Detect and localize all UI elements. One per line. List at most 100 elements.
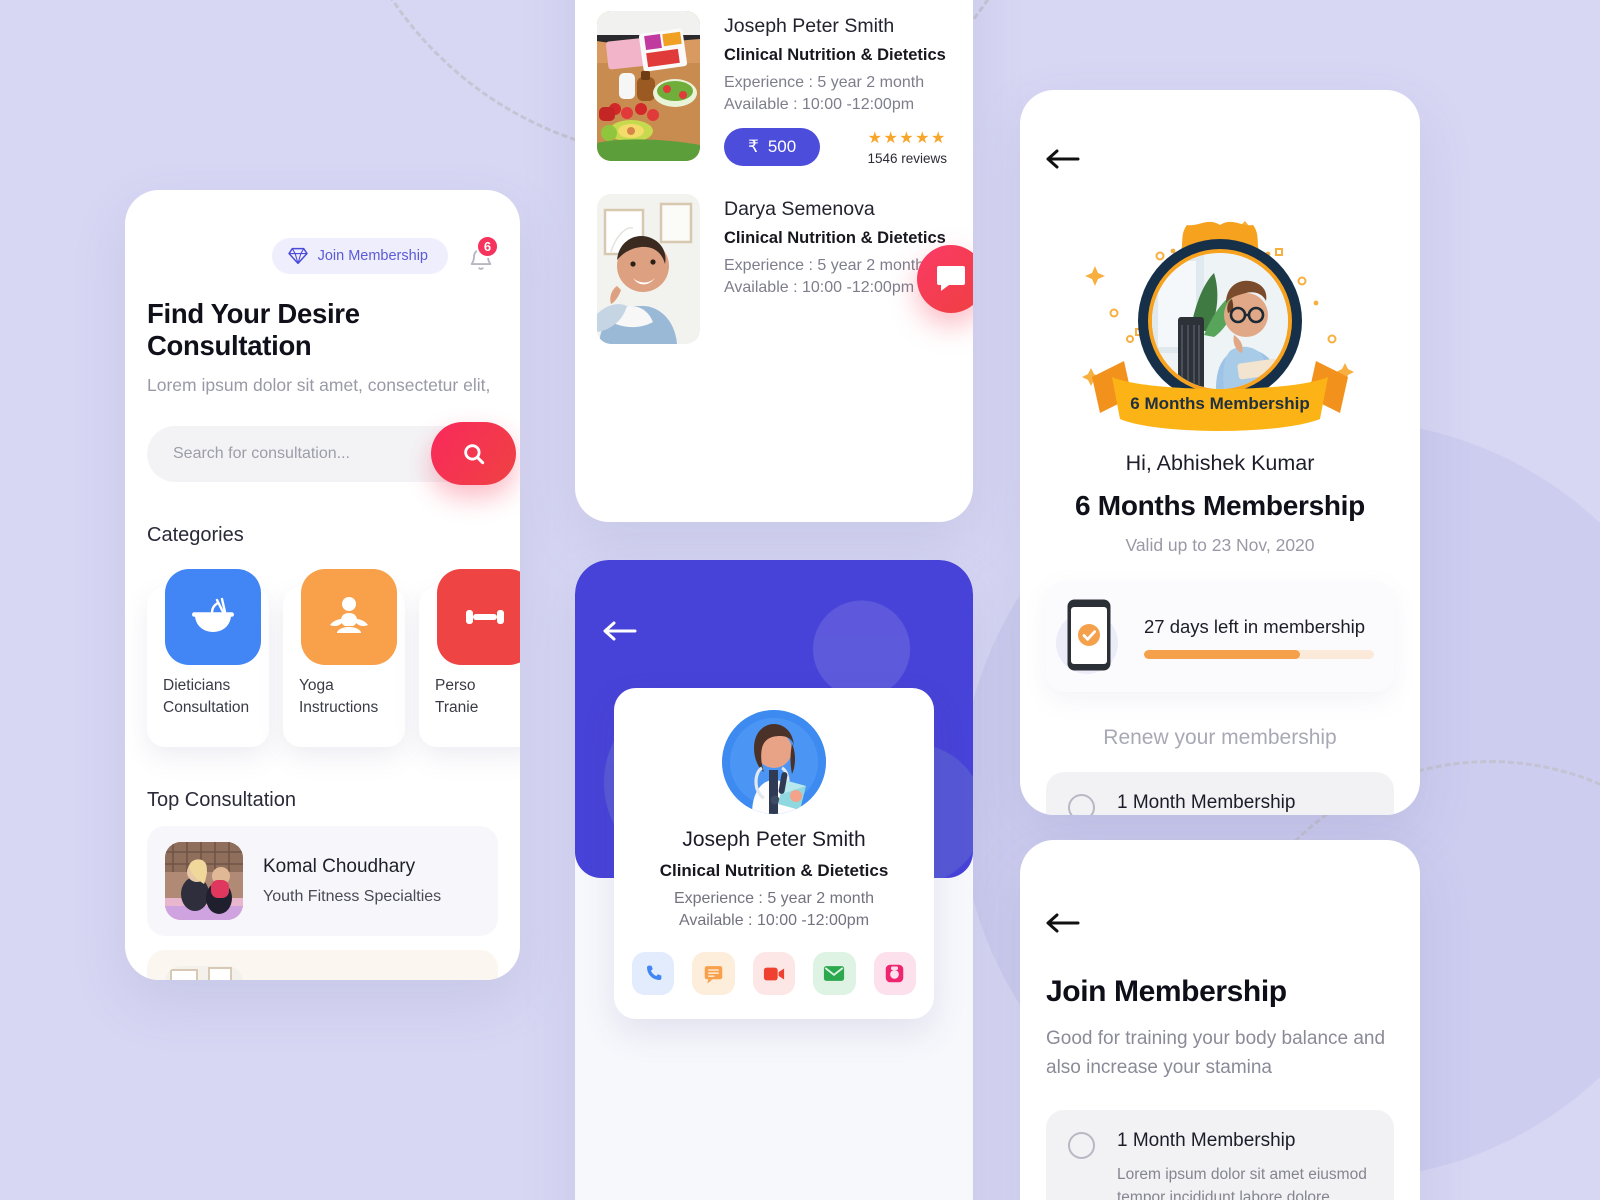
category-card-yoga[interactable]: Yoga Instructions [283,569,405,747]
join-membership-label: Join Membership [317,248,428,264]
phone-icon [646,965,662,980]
category-label-yoga: Yoga Instructions [283,675,405,718]
profile-availability: Available : 10:00 -12:00pm [678,912,870,929]
categories-heading: Categories [147,524,244,546]
radio-button[interactable] [1068,1132,1095,1159]
category-label-dieticians: Dieticians Consultation [147,675,269,718]
category-card-personal-trainer[interactable]: Perso Tranie [419,569,520,747]
profile-name: Joseph Peter Smith [682,828,866,851]
category-label-line2: Tranie [435,698,479,716]
plan-option-description: Lorem ipsum dolor sit amet eiusmod tempo… [1117,1166,1367,1200]
table-row[interactable]: Joseph Peter Smith Clinical Nutrition & … [575,0,973,176]
message-button[interactable] [692,952,735,995]
category-tile-yoga [301,569,397,665]
category-label-personal-trainer: Perso Tranie [419,675,520,718]
phone-glyph [1067,599,1111,671]
back-arrow-icon[interactable] [1046,912,1080,934]
page-subtitle: Lorem ipsum dolor sit amet, consectetur … [147,375,491,395]
badge-photo [1152,253,1288,389]
membership-greeting: Hi, Abhishek Kumar [1125,451,1315,475]
home-screen-card: Join Membership 6 Find Your Desire Consu… [125,190,520,980]
envelope-icon [824,966,845,981]
membership-progress-bar [1144,649,1374,659]
star-rating-icon: ★★★★★ [867,130,947,147]
search-button[interactable] [431,422,516,485]
membership-badge: 6 Months Membership [1070,181,1370,441]
category-card-dieticians[interactable]: Dieticians Consultation [147,569,269,747]
back-arrow-icon[interactable] [603,620,637,642]
join-membership-card: Join Membership Good for training your b… [1020,840,1420,1200]
dumbbell-icon [466,610,504,624]
category-label-line1: Dieticians [163,677,231,694]
page-title: Join Membership [1046,975,1287,1008]
list-item[interactable]: Dr. Joseph Cart [147,950,498,980]
table-cell-info: Joseph Peter Smith Clinical Nutrition & … [724,11,951,166]
search-icon [463,443,484,464]
category-label-line1: Yoga [299,677,334,694]
avatar [722,710,826,814]
category-tile-personal-trainer [437,569,520,665]
doctor-footer: ₹ 500 ★★★★★ 1546 reviews [724,128,951,166]
table-row[interactable]: Darya Semenova Clinical Nutrition & Diet… [575,176,973,354]
email-button[interactable] [813,952,856,995]
doctor-specialty: Clinical Nutrition & Dietetics [724,46,946,64]
notification-badge: 6 [476,235,499,258]
membership-status-panel: 27 days left in membership [1046,582,1394,692]
back-arrow-icon[interactable] [1046,148,1080,170]
profile-experience: Experience : 5 year 2 month [673,890,875,907]
plan-option-text: 1 Month Membership Lorem ipsum dolor sit… [1117,1130,1372,1200]
rice-bowl-icon [192,597,234,632]
price-button[interactable]: ₹ 500 [724,128,821,166]
list-item[interactable]: Komal Choudhary Youth Fitness Specialtie… [147,826,498,936]
profile-info-card: Joseph Peter Smith Clinical Nutrition & … [614,688,934,1019]
man-photo-thumb [165,966,243,980]
profile-action-row [631,952,917,995]
rating-block: ★★★★★ 1546 reviews [867,128,947,166]
table-cell-info: Darya Semenova Clinical Nutrition & Diet… [724,194,951,344]
female-doctor-avatar-icon [722,710,826,814]
gym-photo-thumb [165,842,243,920]
membership-valid-date: Valid up to 23 Nov, 2020 [1125,535,1315,555]
home-header: Join Membership 6 [147,190,499,274]
video-camera-icon [763,967,785,980]
doctor-name: Darya Semenova [724,198,875,220]
doctor-specialty: Clinical Nutrition & Dietetics [724,229,946,247]
chat-icon [704,965,723,984]
diamond-icon [287,247,308,265]
doctor-availability: Available : 10:00 -12:00pm [724,96,915,113]
membership-status-card: 6 Months Membership Hi, Abhishek Kumar 6… [1020,90,1420,815]
phone-check-icon [1056,598,1124,676]
days-left-text: 27 days left in membership [1144,615,1366,637]
membership-progress-fill [1144,649,1301,659]
notification-bell-button[interactable]: 6 [464,235,499,274]
avatar [165,842,243,920]
plan-option-title: 1 Month Membership [1117,792,1296,813]
photo-button[interactable] [873,952,917,995]
category-tile-dieticians [165,569,261,665]
search-row [147,422,516,485]
review-count: 1546 reviews [867,151,947,166]
page-title: Find Your Desire Consultation [147,298,360,361]
doctor-profile-card: Joseph Peter Smith Clinical Nutrition & … [575,560,973,1200]
membership-plan-title: 6 Months Membership [1075,490,1365,521]
camera-frame-icon [886,964,904,983]
avatar [597,11,700,161]
plan-option-row[interactable]: 1 Month Membership Lorem ipsum dolor sit… [1046,1110,1394,1200]
avatar [597,194,700,344]
list-item-role: Youth Fitness Specialties [263,888,442,905]
food-table-photo [597,11,700,161]
profile-specialty: Clinical Nutrition & Dietetics [659,861,889,880]
top-consultation-heading: Top Consultation [147,789,296,811]
radio-button[interactable] [1068,794,1095,815]
categories-strip[interactable]: Dieticians Consultation Yoga Instruction… [147,569,520,747]
video-call-button[interactable] [752,952,796,995]
list-item-text: Komal Choudhary Youth Fitness Specialtie… [263,856,441,906]
smiling-man-photo [597,194,700,344]
plan-option-row[interactable]: 1 Month Membership Lorem ipsum dolor sit… [1046,772,1394,815]
consultant-list-card: Komal Choudhary Clinical Nutrition & Die… [575,0,973,522]
list-item-name: Komal Choudhary [263,856,416,877]
join-membership-pill[interactable]: Join Membership [271,238,448,274]
call-button[interactable] [631,952,675,995]
renew-heading: Renew your membership [1103,726,1337,749]
currency-symbol: ₹ [748,137,759,156]
